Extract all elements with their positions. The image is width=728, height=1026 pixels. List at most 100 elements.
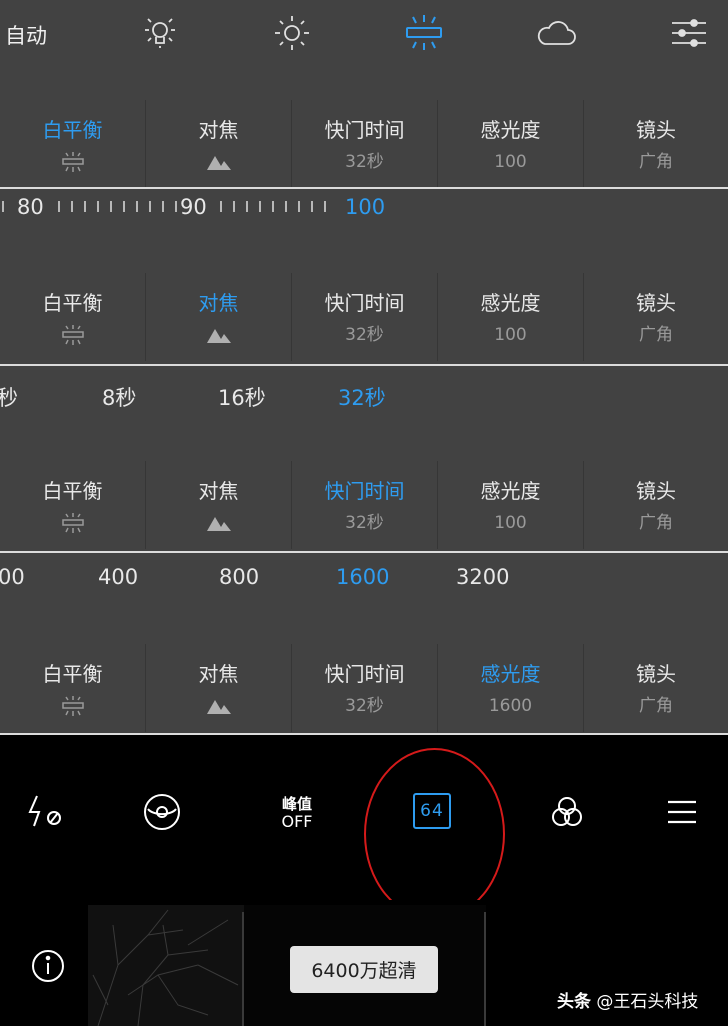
param-tabs-row-3: 白平衡 对焦 快门时间 32秒 感光度 100 镜头广角 [0, 461, 728, 549]
incandescent-icon[interactable] [135, 10, 185, 56]
tab-value: 32秒 [345, 513, 384, 533]
tab-label: 对焦 [198, 118, 239, 142]
fluorescent-icon [0, 510, 145, 536]
filter-icon[interactable] [545, 790, 589, 834]
shutter-time-tab[interactable]: 快门时间 32秒 [292, 461, 438, 549]
fluorescent-icon[interactable] [399, 10, 449, 56]
tab-label: 镜头 [636, 291, 676, 315]
param-tabs-row-2: 白平衡 对焦 快门时间 32秒 感光度 100 镜头广角 [0, 273, 728, 361]
adjust-sliders-icon[interactable] [664, 10, 714, 56]
iso-value-selected[interactable]: 1600 [336, 565, 389, 589]
wb-auto-option[interactable]: 自动 [5, 20, 47, 50]
tab-label: 白平衡 [42, 662, 103, 686]
focus-value-selected[interactable]: 100 [345, 195, 385, 219]
tab-value: 32秒 [345, 696, 384, 716]
scale-ticks [220, 201, 326, 215]
tab-value: 100 [494, 325, 527, 345]
iso-value[interactable]: 00 [0, 565, 25, 589]
tab-value: 广角 [639, 696, 673, 716]
tab-value: 32秒 [345, 152, 384, 172]
tab-label: 白平衡 [42, 479, 103, 503]
white-balance-row: 自动 [0, 0, 728, 70]
lens-tab[interactable]: 镜头 广角 [584, 273, 728, 361]
fluorescent-icon [0, 322, 145, 348]
tab-label: 镜头 [636, 662, 676, 686]
white-balance-tab[interactable]: 白平衡 [0, 273, 146, 361]
shutter-time-tab[interactable]: 快门时间 32秒 [292, 644, 438, 732]
tab-value: 32秒 [345, 325, 384, 345]
iso-tab[interactable]: 感光度 100 [438, 461, 584, 549]
tab-value: 广角 [639, 513, 673, 533]
mountain-icon [146, 149, 291, 175]
white-balance-tab[interactable]: 白平衡 [0, 100, 146, 188]
focus-scale-strip[interactable]: 80 90 100 [0, 190, 728, 270]
shutter-value-selected[interactable]: 32秒 [338, 382, 386, 412]
tab-value: 广角 [639, 152, 673, 172]
cloudy-icon[interactable] [531, 10, 581, 56]
iso-strip[interactable]: 00 400 800 1600 3200 [0, 553, 728, 633]
fluorescent-icon [0, 149, 145, 175]
tab-label: 对焦 [198, 479, 239, 503]
shutter-value[interactable]: 16秒 [218, 382, 266, 412]
focus-value[interactable]: 80 [17, 195, 44, 219]
focus-tab[interactable]: 对焦 [146, 644, 292, 732]
preview-separator [484, 912, 486, 1026]
iso-value[interactable]: 400 [98, 565, 138, 589]
white-balance-tab[interactable]: 白平衡 [0, 644, 146, 732]
tab-label: 感光度 [480, 662, 541, 686]
white-balance-tab[interactable]: 白平衡 [0, 461, 146, 549]
lens-tab[interactable]: 镜头 广角 [584, 100, 728, 188]
focus-tab[interactable]: 对焦 [146, 273, 292, 361]
tab-label: 白平衡 [42, 118, 103, 142]
peaking-toggle[interactable]: 峰值 OFF [270, 793, 324, 833]
focus-tab[interactable]: 对焦 [146, 100, 292, 188]
iso-value[interactable]: 3200 [456, 565, 509, 589]
mountain-icon [146, 693, 291, 719]
tab-label: 感光度 [480, 479, 541, 503]
tab-value: 1600 [488, 696, 533, 716]
peaking-state: OFF [281, 812, 313, 831]
shutter-time-strip[interactable]: 秒 8秒 16秒 32秒 [0, 366, 728, 446]
preview-separator [242, 912, 244, 1026]
fluorescent-icon [0, 693, 145, 719]
tab-label: 镜头 [636, 479, 676, 503]
watermark: 头条 @王石头科技 [557, 987, 698, 1012]
shutter-value[interactable]: 秒 [0, 382, 18, 412]
sunny-icon[interactable] [267, 10, 317, 56]
info-icon[interactable] [30, 948, 66, 984]
gallery-thumbnail[interactable] [88, 905, 244, 1026]
iso-tab[interactable]: 感光度 1600 [438, 644, 584, 732]
flash-off-icon[interactable] [24, 790, 70, 834]
param-tabs-row-4: 白平衡 对焦 快门时间 32秒 感光度 1600 镜头广角 [0, 644, 728, 732]
mountain-icon [146, 322, 291, 348]
menu-icon[interactable] [662, 790, 702, 834]
tab-label: 快门时间 [324, 662, 405, 686]
focus-tab[interactable]: 对焦 [146, 461, 292, 549]
tab-label: 对焦 [198, 662, 239, 686]
mode-badge[interactable]: 6400万超清 [290, 946, 438, 993]
tab-label: 对焦 [198, 291, 239, 315]
tab-label: 快门时间 [324, 291, 405, 315]
tab-value: 100 [494, 513, 527, 533]
lens-icon[interactable] [140, 790, 184, 834]
shutter-value[interactable]: 8秒 [102, 382, 136, 412]
tab-label: 白平衡 [42, 291, 103, 315]
tab-label: 镜头 [636, 118, 676, 142]
iso-value[interactable]: 800 [219, 565, 259, 589]
row-divider [0, 187, 728, 189]
tab-label: 快门时间 [324, 118, 405, 142]
peaking-title: 峰值 [281, 795, 312, 813]
shutter-time-tab[interactable]: 快门时间 32秒 [292, 273, 438, 361]
tab-label: 感光度 [480, 291, 541, 315]
lens-tab[interactable]: 镜头 广角 [584, 461, 728, 549]
iso-tab[interactable]: 感光度 100 [438, 100, 584, 188]
iso-tab[interactable]: 感光度 100 [438, 273, 584, 361]
watermark-user: @王石头科技 [596, 992, 699, 1012]
param-tabs-row-1: 白平衡 对焦 快门时间 32秒 感光度 100 镜头 广角 [0, 100, 728, 188]
tab-value: 广角 [639, 325, 673, 345]
watermark-prefix: 头条 [557, 992, 591, 1012]
highlight-circle-annotation [364, 748, 505, 920]
lens-tab[interactable]: 镜头 广角 [584, 644, 728, 732]
focus-value[interactable]: 90 [180, 195, 207, 219]
shutter-time-tab[interactable]: 快门时间 32秒 [292, 100, 438, 188]
